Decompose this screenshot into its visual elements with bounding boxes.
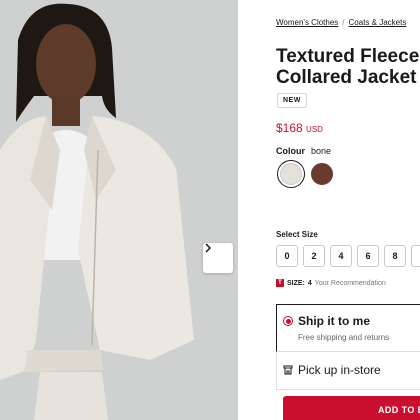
pickup-title: Pick up in-store xyxy=(298,363,381,377)
size-tag-icon: T xyxy=(276,279,284,287)
size-label: Select Size xyxy=(276,230,318,239)
ship-radio[interactable] xyxy=(283,316,293,326)
fit-note: Your Recommendation xyxy=(314,279,386,287)
colour-swatch-brown[interactable] xyxy=(308,160,336,188)
size-option-0[interactable]: 0 xyxy=(276,245,298,267)
size-option-4[interactable]: 4 xyxy=(330,245,352,267)
price-currency: USD xyxy=(306,125,323,134)
new-badge: NEW xyxy=(277,93,307,108)
chevron-right-icon xyxy=(205,243,212,253)
store-icon xyxy=(283,365,293,375)
ship-subtitle: Free shipping and returns xyxy=(298,333,390,342)
next-image-button[interactable] xyxy=(203,243,233,273)
breadcrumb-link-womens-clothes[interactable]: Women's Clothes xyxy=(276,18,338,27)
add-to-bag-button[interactable]: ADD TO B xyxy=(283,396,420,420)
size-option-8[interactable]: 8 xyxy=(384,245,406,267)
breadcrumb-link-coats-jackets[interactable]: Coats & Jackets xyxy=(349,18,407,27)
fit-prefix: SIZE: xyxy=(287,279,305,287)
product-title-line-1: Textured Fleece xyxy=(276,46,420,67)
breadcrumb-separator: / xyxy=(342,18,345,27)
swatch-fill-brown xyxy=(311,163,333,185)
product-title: Textured Fleece Collared Jacket xyxy=(276,46,419,88)
colour-label: Colour bone xyxy=(276,146,331,156)
product-panel: Women's Clothes / Coats & Jackets Textured… xyxy=(238,0,420,420)
swatch-fill-bone xyxy=(280,163,302,185)
size-option-2[interactable]: 2 xyxy=(303,245,325,267)
colour-heading: Colour xyxy=(276,146,305,156)
price-value: $168 xyxy=(276,121,303,135)
breadcrumb: Women's Clothes / Coats & Jackets xyxy=(276,18,406,27)
colour-selected-name: bone xyxy=(311,146,332,156)
fit-value: 4 xyxy=(307,279,312,287)
size-recommendation: T SIZE: 4 Your Recommendation xyxy=(276,279,386,287)
product-photo xyxy=(0,0,238,420)
pickup-in-store-option[interactable]: Pick up in-store xyxy=(276,352,420,390)
size-option-10[interactable]: 1 xyxy=(411,245,420,267)
ship-radio-dot xyxy=(285,318,291,324)
size-selector: 0 2 4 6 8 1 xyxy=(276,245,420,267)
ship-to-me-option[interactable]: Ship it to me Free shipping and returns xyxy=(276,304,420,352)
colour-swatch-bone[interactable] xyxy=(277,160,305,188)
product-title-line-2: Collared Jacket xyxy=(276,67,417,88)
product-image xyxy=(0,0,238,420)
ship-title: Ship it to me xyxy=(298,314,370,328)
size-option-6[interactable]: 6 xyxy=(357,245,379,267)
product-price: $168 USD xyxy=(276,121,323,135)
